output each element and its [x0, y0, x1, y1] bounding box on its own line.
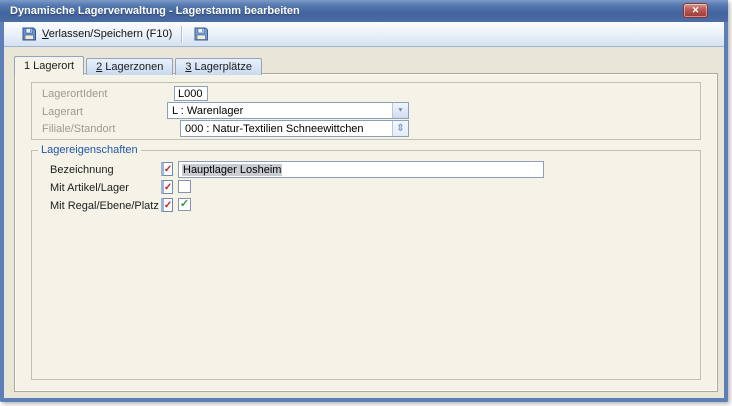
filiale-label: Filiale/Standort — [42, 123, 115, 136]
titlebar[interactable]: Dynamische Lagerverwaltung - Lagerstamm … — [0, 0, 728, 22]
tabstrip: 1Lagerort 2Lagerzonen 3Lagerplätze — [14, 56, 264, 75]
up-down-arrows-icon: ⇕ — [396, 124, 404, 134]
close-icon: ✕ — [692, 6, 700, 15]
mit-regal-ebene-platz-label: Mit Regal/Ebene/Platz — [50, 200, 159, 213]
group-title: Lagereigenschaften — [38, 144, 141, 156]
lagerart-dropdown-button[interactable]: ▼ — [392, 103, 408, 118]
groupbox-lagereigenschaften: Lagereigenschaften Bezeichnung ✓ Hauptla… — [31, 150, 701, 380]
lagerortident-input[interactable] — [174, 86, 208, 101]
window-body: Verlassen/Speichern (F10) 1Lagerort — [4, 22, 724, 398]
filiale-value: 000 : Natur-Textilien Schneewittchen — [181, 123, 392, 135]
lagerortident-label: LagerortIdent — [42, 88, 107, 101]
tabpage-lagerort: LagerortIdent Lagerart L : Warenlager ▼ … — [14, 73, 718, 392]
toolbar: Verlassen/Speichern (F10) — [4, 22, 724, 47]
bezeichnung-input[interactable]: Hauptlager Losheim — [178, 161, 544, 178]
filiale-combobox[interactable]: 000 : Natur-Textilien Schneewittchen ⇕ — [180, 120, 409, 137]
tab-lagerplaetze[interactable]: 3Lagerplätze — [175, 58, 262, 75]
window-title: Dynamische Lagerverwaltung - Lagerstamm … — [0, 5, 300, 17]
chevron-down-icon: ▼ — [397, 108, 404, 114]
modified-doc-check-icon: ✓ — [161, 162, 173, 176]
filiale-spinner-button[interactable]: ⇕ — [392, 121, 408, 136]
close-button[interactable]: ✕ — [683, 3, 708, 18]
screen: Dynamische Lagerverwaltung - Lagerstamm … — [0, 0, 732, 406]
mit-artikel-lager-checkbox[interactable] — [178, 180, 191, 193]
bezeichnung-label: Bezeichnung — [50, 164, 114, 177]
modified-doc-check-icon: ✓ — [161, 198, 173, 212]
bezeichnung-value: Hauptlager Losheim — [182, 164, 282, 176]
save-exit-button[interactable]: Verlassen/Speichern (F10) — [16, 24, 177, 45]
lagerart-label: Lagerart — [42, 106, 83, 119]
save-exit-label: Verlassen/Speichern (F10) — [42, 28, 172, 40]
tab-lagerort[interactable]: 1Lagerort — [14, 56, 84, 75]
checkmark-icon: ✓ — [180, 199, 189, 210]
save-icon — [21, 26, 37, 42]
lagerart-combobox[interactable]: L : Warenlager ▼ — [167, 102, 409, 119]
tab-lagerzonen[interactable]: 2Lagerzonen — [86, 58, 173, 75]
modified-doc-check-icon: ✓ — [161, 180, 173, 194]
lagerart-value: L : Warenlager — [168, 105, 392, 117]
groupbox-stammdaten: LagerortIdent Lagerart L : Warenlager ▼ … — [31, 82, 701, 140]
save-icon — [193, 26, 209, 42]
mit-artikel-lager-label: Mit Artikel/Lager — [50, 182, 129, 195]
mit-regal-ebene-platz-checkbox[interactable]: ✓ — [178, 198, 191, 211]
save-button[interactable] — [188, 24, 214, 45]
app-window: Dynamische Lagerverwaltung - Lagerstamm … — [0, 0, 728, 402]
toolbar-separator — [181, 26, 182, 43]
